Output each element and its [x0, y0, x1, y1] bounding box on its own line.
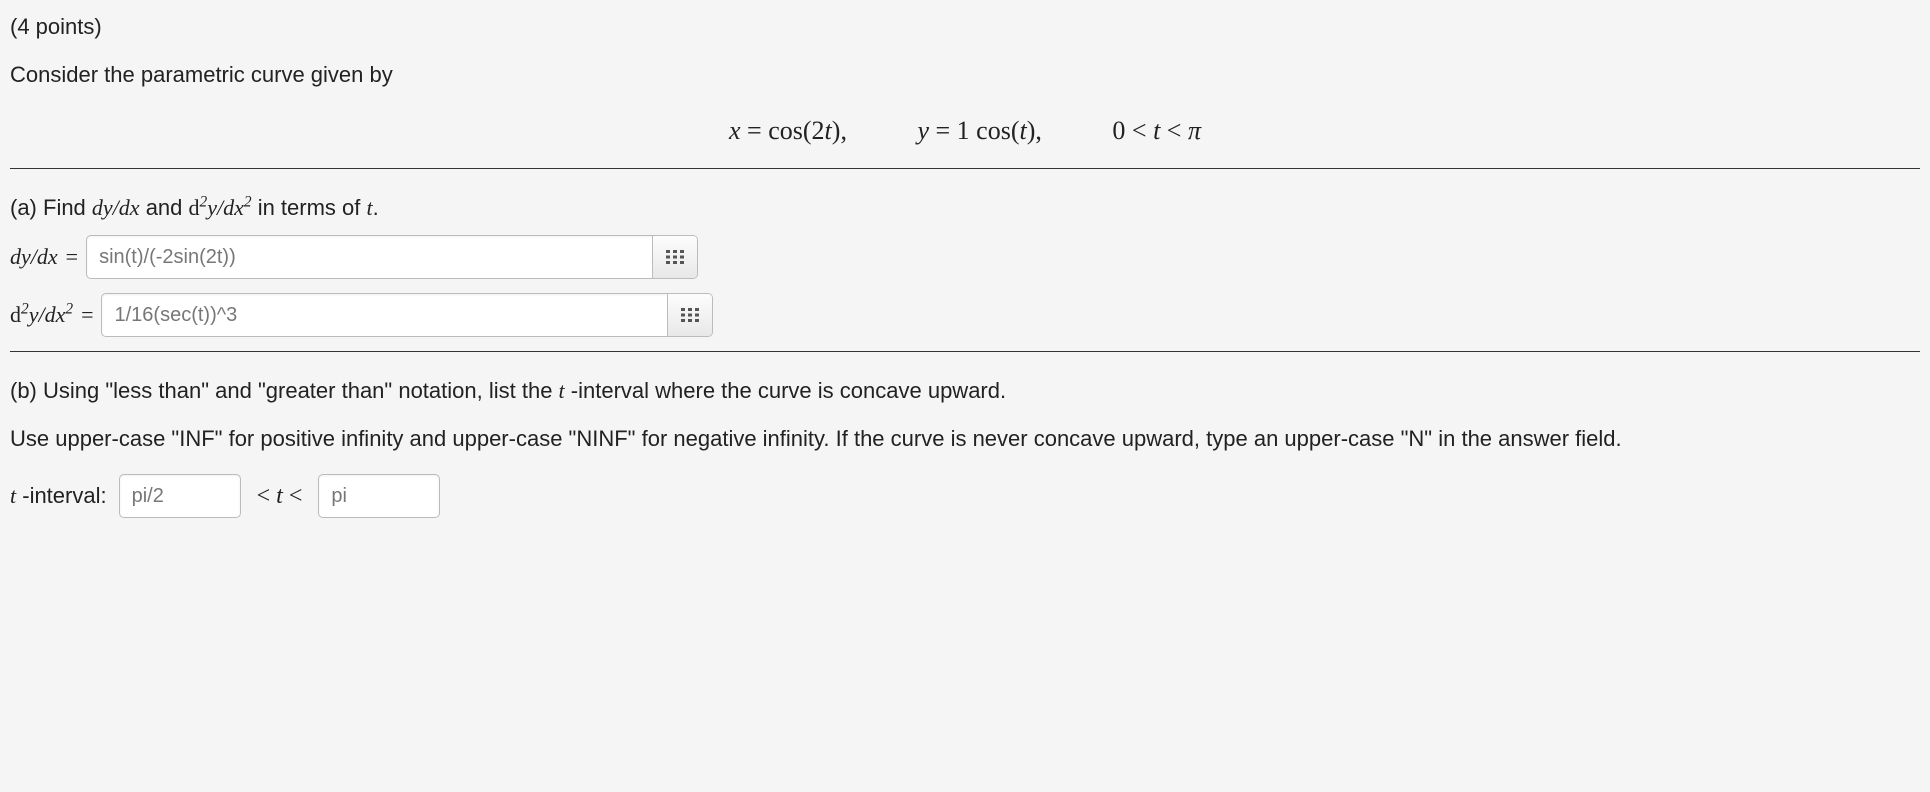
interval-right-wrap	[318, 474, 440, 518]
interval-right-input[interactable]	[319, 475, 440, 517]
d2ydx2-label: d2y/dx2	[10, 302, 73, 328]
problem-intro: Consider the parametric curve given by	[10, 62, 1920, 88]
part-b-prompt-2: Use upper-case "INF" for positive infini…	[10, 426, 1920, 452]
keypad-button-1[interactable]	[652, 236, 697, 278]
interval-left-wrap	[119, 474, 241, 518]
less-than-t-less-than: < t <	[257, 483, 303, 510]
equals-1: =	[66, 244, 78, 270]
parametric-equations: x = cos(2t), y = 1 cos(t), 0 < t < π	[10, 116, 1920, 146]
dydx-input[interactable]	[87, 236, 652, 278]
dydx-row: dy/dx =	[10, 235, 1920, 279]
dydx-input-wrap	[86, 235, 698, 279]
equals-2: =	[81, 302, 93, 328]
keypad-button-2[interactable]	[667, 294, 712, 336]
part-a-prompt: (a) Find dy/dx and d2y/dx2 in terms of t…	[10, 195, 1920, 221]
d2ydx2-input[interactable]	[102, 294, 667, 336]
d2ydx2-input-wrap	[101, 293, 713, 337]
part-b-prompt-1: (b) Using "less than" and "greater than"…	[10, 378, 1920, 404]
keypad-icon	[666, 250, 684, 264]
dydx-label: dy/dx	[10, 244, 58, 270]
divider-2	[10, 351, 1920, 352]
divider-1	[10, 168, 1920, 169]
points-label: (4 points)	[10, 14, 1920, 40]
d2ydx2-row: d2y/dx2 =	[10, 293, 1920, 337]
t-interval-row: t -interval: < t <	[10, 474, 1920, 518]
keypad-icon	[681, 308, 699, 322]
interval-left-input[interactable]	[120, 475, 241, 517]
t-interval-label: t -interval:	[10, 483, 107, 509]
